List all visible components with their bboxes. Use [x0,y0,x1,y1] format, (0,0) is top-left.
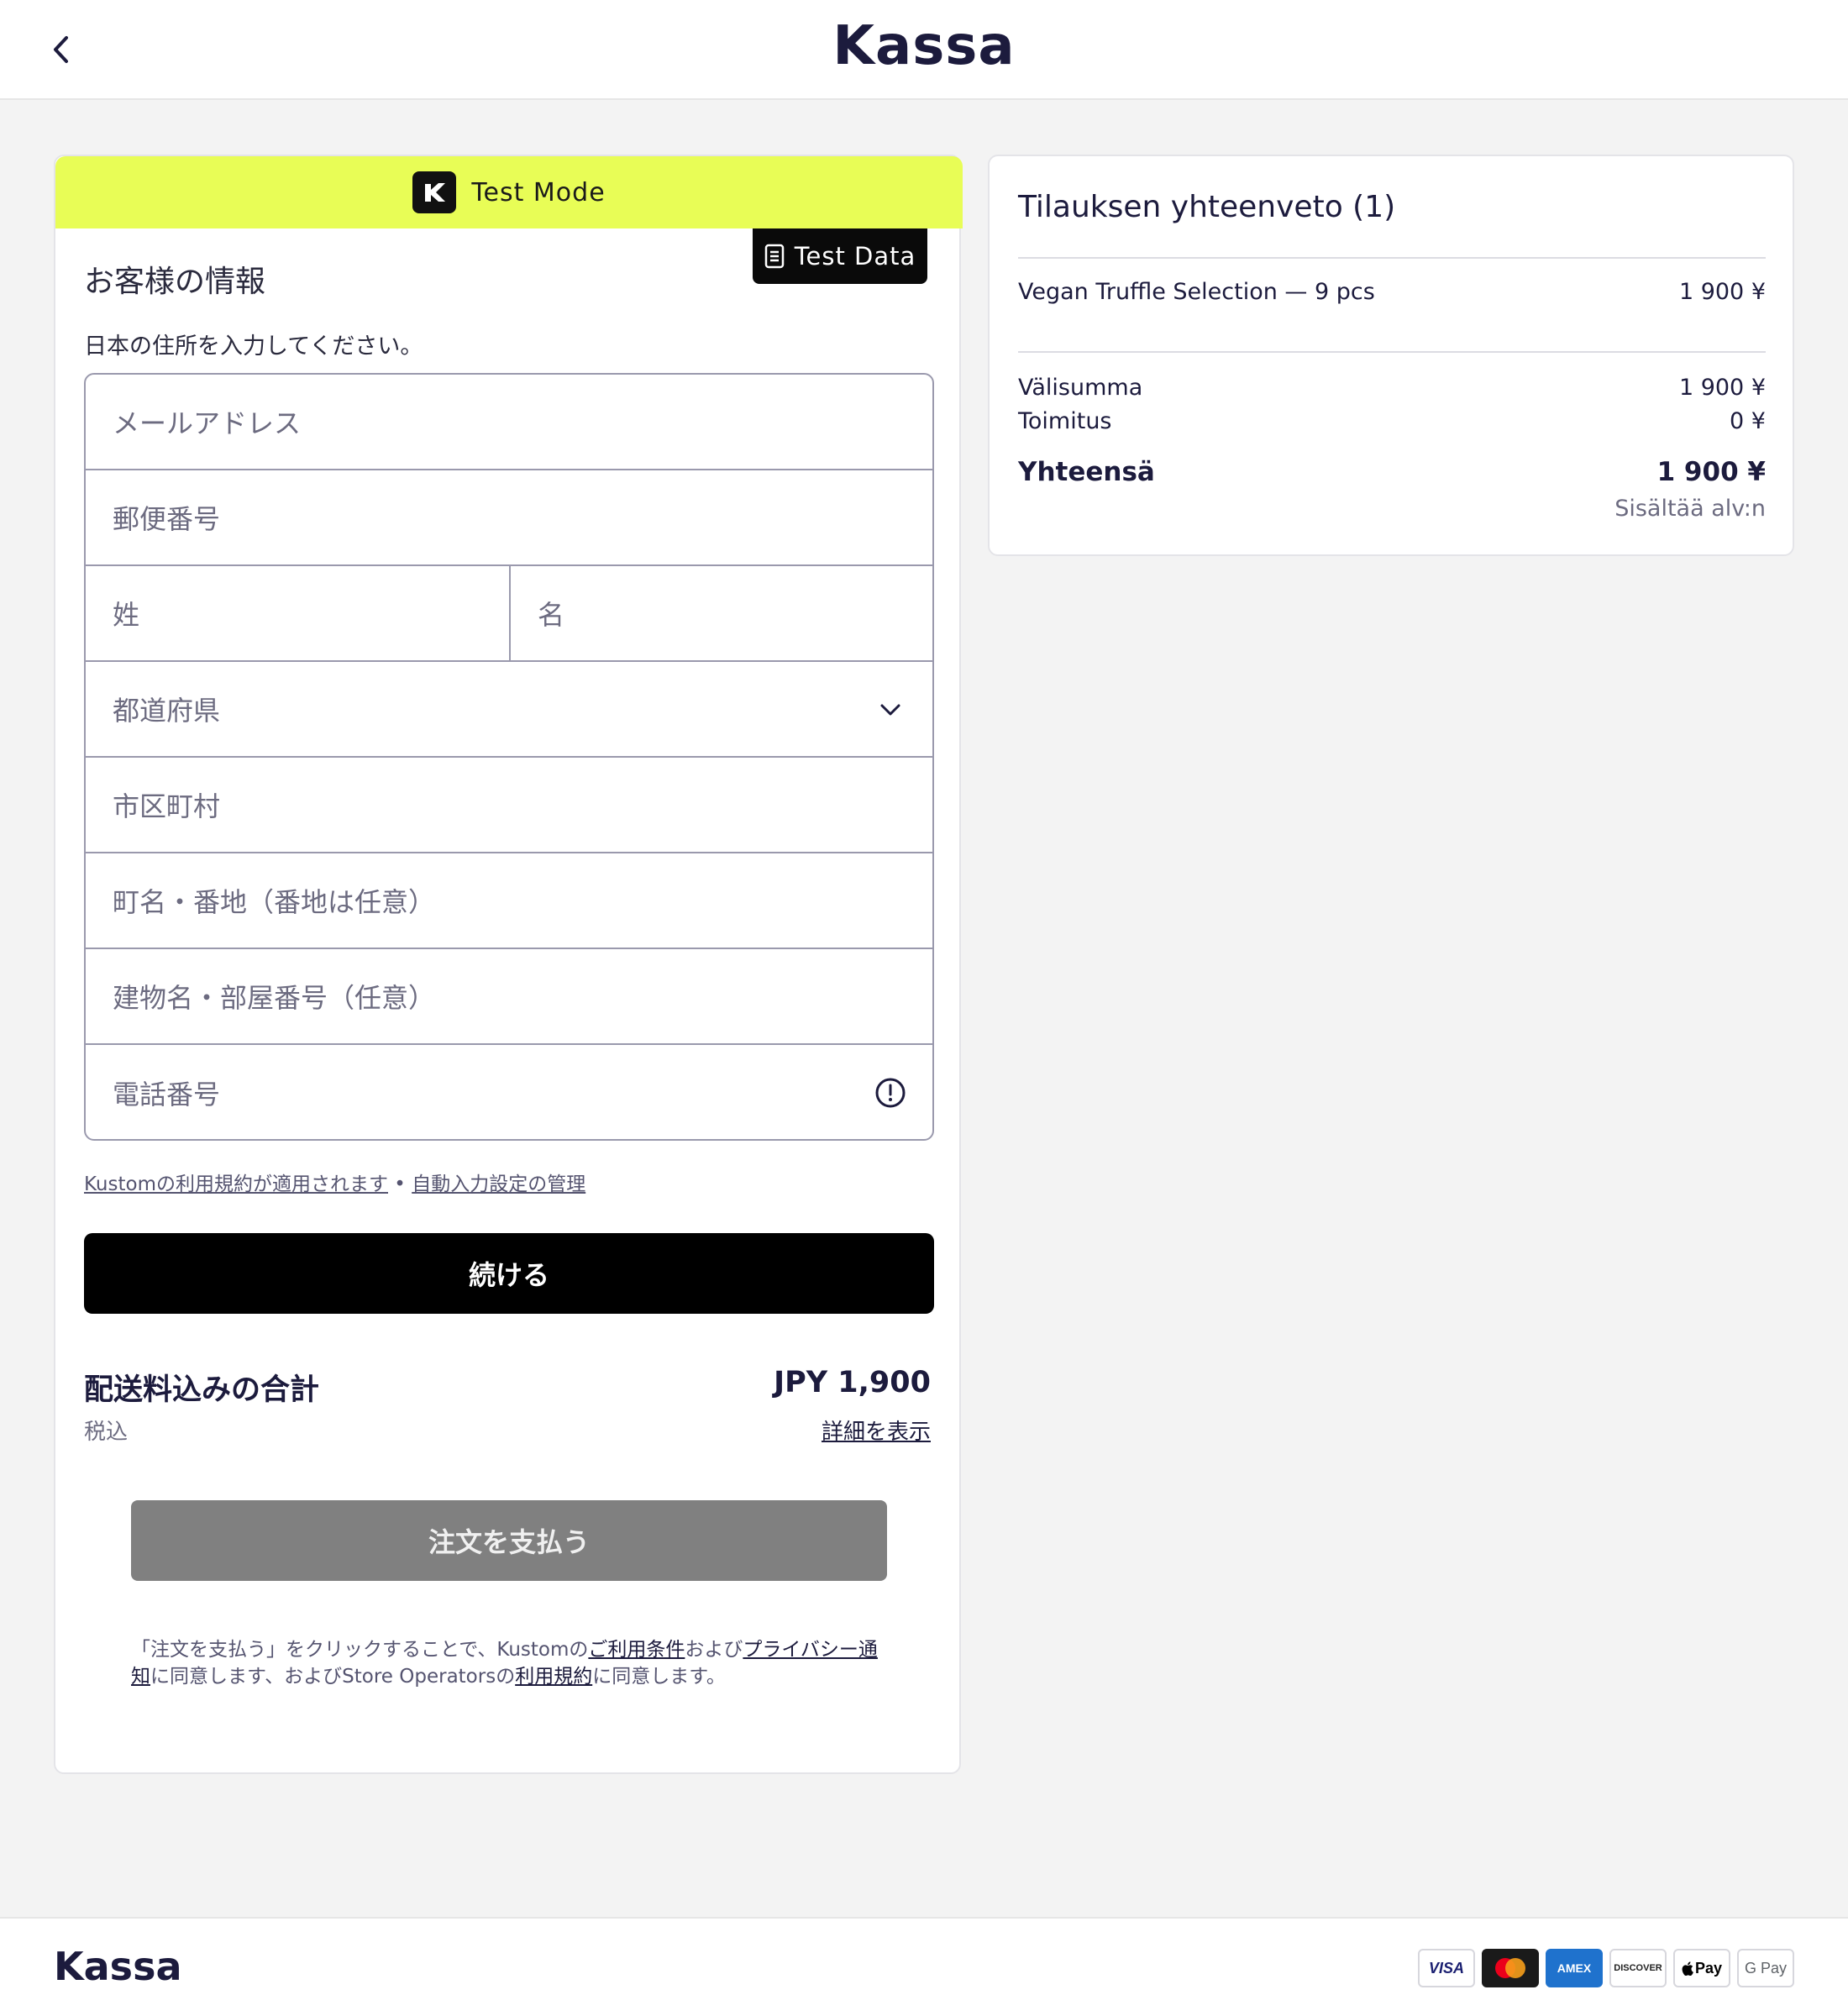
document-icon [764,244,784,269]
postal-code-field[interactable]: 郵便番号 [86,470,932,566]
subtotal-label: Välisumma [1018,375,1143,401]
legal-notice: 「注文を支払う」をクリックすることで、Kustomのご利用条件およびプライバシー… [131,1636,895,1690]
test-data-button[interactable]: Test Data [753,228,927,284]
mastercard-icon [1482,1949,1539,1987]
footer-brand: Kassa [54,1944,182,1989]
order-summary-title: Tilauksen yhteenveto (1) [1018,190,1396,224]
email-placeholder: メールアドレス [113,407,302,439]
total-label: Yhteensä [1018,457,1155,487]
kustom-terms-link[interactable]: Kustomの利用規約が適用されます [84,1173,388,1195]
phone-placeholder: 電話番号 [113,1079,221,1110]
shipping-row: Toimitus 0 ¥ [1018,408,1766,434]
chevron-down-icon [874,693,907,727]
shipping-label: Toimitus [1018,408,1112,434]
test-data-label: Test Data [794,242,916,270]
form-links: Kustomの利用規約が適用されます • 自動入力設定の管理 [84,1168,585,1196]
autofill-settings-link[interactable]: 自動入力設定の管理 [412,1173,585,1195]
subtotal-row: Välisumma 1 900 ¥ [1018,375,1766,401]
info-alert-icon[interactable] [874,1076,907,1110]
last-name-field[interactable]: 姓 [86,566,509,660]
shipping-value: 0 ¥ [1730,408,1766,434]
phone-field[interactable]: 電話番号 [86,1045,932,1139]
street-placeholder: 町名・番地（番地は任意） [113,886,436,918]
visa-icon: VISA [1418,1949,1475,1987]
email-field[interactable]: メールアドレス [86,375,932,470]
top-bar: Kassa [0,0,1848,100]
pay-order-button[interactable]: 注文を支払う [131,1500,887,1581]
subtotal-value: 1 900 ¥ [1678,375,1766,401]
kustom-logo-icon [412,171,457,213]
apple-pay-icon: Pay [1673,1949,1730,1987]
address-instruction: 日本の住所を入力してください。 [84,333,423,360]
total-with-shipping-label: 配送料込みの合計 [84,1373,320,1407]
page-title: Kassa [832,15,1016,77]
customer-info-heading: お客様の情報 [84,265,266,299]
order-summary-card: Tilauksen yhteenveto (1) Vegan Truffle S… [988,155,1794,556]
tax-included-label: 税込 [84,1420,129,1445]
address-form: メールアドレス 郵便番号 姓 名 都道府県 市区町村 町名・番地（番地は任意） … [84,373,934,1141]
building-placeholder: 建物名・部屋番号（任意） [113,982,436,1014]
legal-text-4: に同意します。 [592,1666,726,1688]
legal-text-3: に同意します、およびStore Operatorsの [150,1666,516,1688]
store-terms-link[interactable]: 利用規約 [515,1666,592,1688]
legal-text-2: および [685,1639,743,1661]
amex-icon: AMEX [1546,1949,1603,1987]
prefecture-select[interactable]: 都道府県 [86,662,932,758]
vat-note: Sisältää alv:n [1614,496,1766,522]
test-mode-banner: Test Mode [55,156,963,228]
total-amount: JPY 1,900 [774,1366,931,1399]
footer: Kassa VISA AMEX DISCOVER Pay G Pay [0,1917,1848,2016]
item-price: 1 900 ¥ [1678,279,1766,305]
test-mode-label: Test Mode [471,177,606,207]
legal-text-1: 「注文を支払う」をクリックすることで、Kustomの [131,1639,589,1661]
payment-methods: VISA AMEX DISCOVER Pay G Pay [1418,1949,1794,1987]
divider [1018,351,1766,353]
city-placeholder: 市区町村 [113,790,221,822]
item-name: Vegan Truffle Selection — 9 pcs [1018,279,1375,305]
city-field[interactable]: 市区町村 [86,758,932,853]
total-value: 1 900 ¥ [1656,457,1766,487]
google-pay-icon: G Pay [1737,1949,1794,1987]
name-row: 姓 名 [86,566,932,662]
building-field[interactable]: 建物名・部屋番号（任意） [86,949,932,1045]
street-field[interactable]: 町名・番地（番地は任意） [86,853,932,949]
show-details-link[interactable]: 詳細を表示 [822,1415,931,1446]
first-name-field[interactable]: 名 [511,566,932,660]
vat-row: Sisältää alv:n [1018,496,1766,522]
postal-code-placeholder: 郵便番号 [113,503,221,535]
divider [1018,257,1766,259]
discover-icon: DISCOVER [1609,1949,1667,1987]
continue-button[interactable]: 続ける [84,1233,934,1314]
checkout-form-card: Test Mode Test Data お客様の情報 日本の住所を入力してくださ… [54,155,963,1774]
line-item: Vegan Truffle Selection — 9 pcs 1 900 ¥ [1018,279,1766,305]
link-separator: • [388,1173,412,1195]
prefecture-placeholder: 都道府県 [113,695,221,727]
terms-of-use-link[interactable]: ご利用条件 [588,1639,685,1661]
total-row: Yhteensä 1 900 ¥ [1018,457,1766,487]
